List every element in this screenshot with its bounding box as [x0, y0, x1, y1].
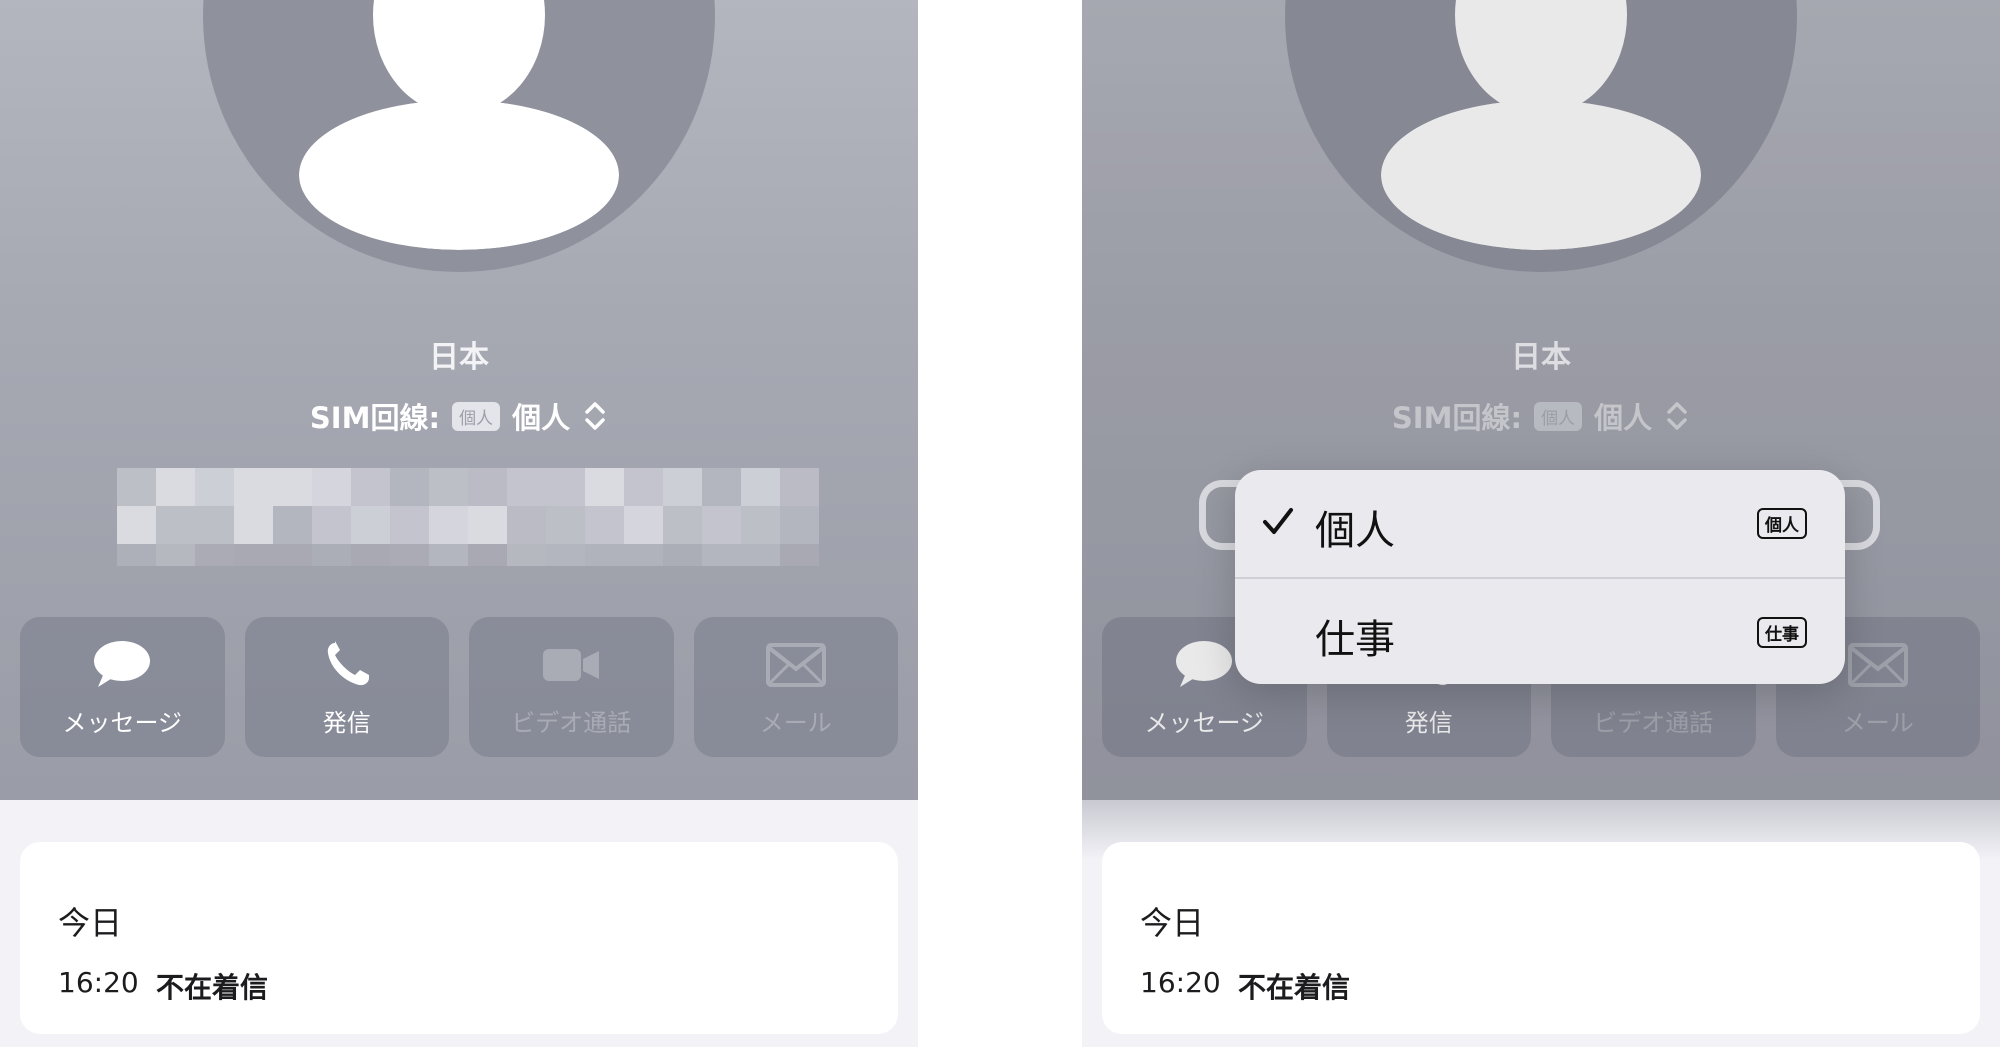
action-buttons: メッセージ 発信 ビデオ通話 メール	[20, 617, 898, 757]
redacted-phone-number	[117, 468, 823, 580]
contact-screen-sim-menu-open: 日本 SIM回線: 個人 個人 メッセージ 発信 ビデオ通話 メール 今日 16…	[1082, 0, 2000, 1047]
sim-menu-item-personal[interactable]: 個人 個人	[1235, 470, 1845, 577]
contact-avatar-icon	[203, 0, 715, 272]
sim-menu-item-badge: 個人	[1757, 508, 1807, 539]
recent-time: 16:20	[58, 966, 139, 999]
sim-menu-item-work[interactable]: 仕事 仕事	[1235, 579, 1845, 686]
sim-line-menu: 個人 個人 仕事 仕事	[1235, 470, 1845, 684]
call-button-label: 発信	[322, 709, 371, 737]
recent-status: 不在着信	[1238, 971, 1351, 1004]
recent-day: 今日	[58, 904, 123, 942]
sim-line-selector[interactable]: SIM回線: 個人 個人	[0, 395, 918, 437]
recent-calls-card[interactable]: 今日 16:20 不在着信	[1102, 842, 1980, 1034]
video-call-button-label: ビデオ通話	[511, 709, 632, 737]
recent-day: 今日	[1140, 904, 1205, 942]
sim-line-value: 個人	[512, 401, 571, 435]
contact-header: 日本 SIM回線: 個人 個人 メッセージ 発信 ビデオ通話 メール	[0, 0, 918, 800]
envelope-icon	[765, 643, 826, 687]
call-button[interactable]: 発信	[244, 617, 449, 757]
speech-bubble-icon	[94, 641, 151, 687]
video-camera-icon	[543, 649, 600, 681]
chevron-up-down-icon	[585, 402, 605, 430]
sim-menu-item-label: 個人	[1315, 508, 1395, 554]
sim-line-label: SIM回線:	[309, 401, 441, 435]
phone-icon	[327, 641, 369, 686]
message-button[interactable]: メッセージ	[20, 617, 225, 757]
message-button-label: メッセージ	[62, 709, 183, 737]
sim-menu-item-label: 仕事	[1315, 617, 1395, 663]
recent-time: 16:20	[1140, 966, 1221, 999]
video-call-button[interactable]: ビデオ通話	[469, 617, 674, 757]
contact-country: 日本	[429, 340, 489, 375]
sim-menu-item-badge: 仕事	[1757, 617, 1807, 648]
contact-screen-default: 日本 SIM回線: 個人 個人 メッセージ 発信 ビデオ通話 メール 今日 16…	[0, 0, 918, 1047]
mail-button-label: メール	[759, 709, 832, 737]
sim-badge: 個人	[452, 401, 501, 431]
checkmark-icon	[1263, 508, 1293, 534]
mail-button[interactable]: メール	[693, 617, 898, 757]
recent-calls-card[interactable]: 今日 16:20 不在着信	[20, 842, 898, 1034]
recent-status: 不在着信	[156, 971, 269, 1004]
